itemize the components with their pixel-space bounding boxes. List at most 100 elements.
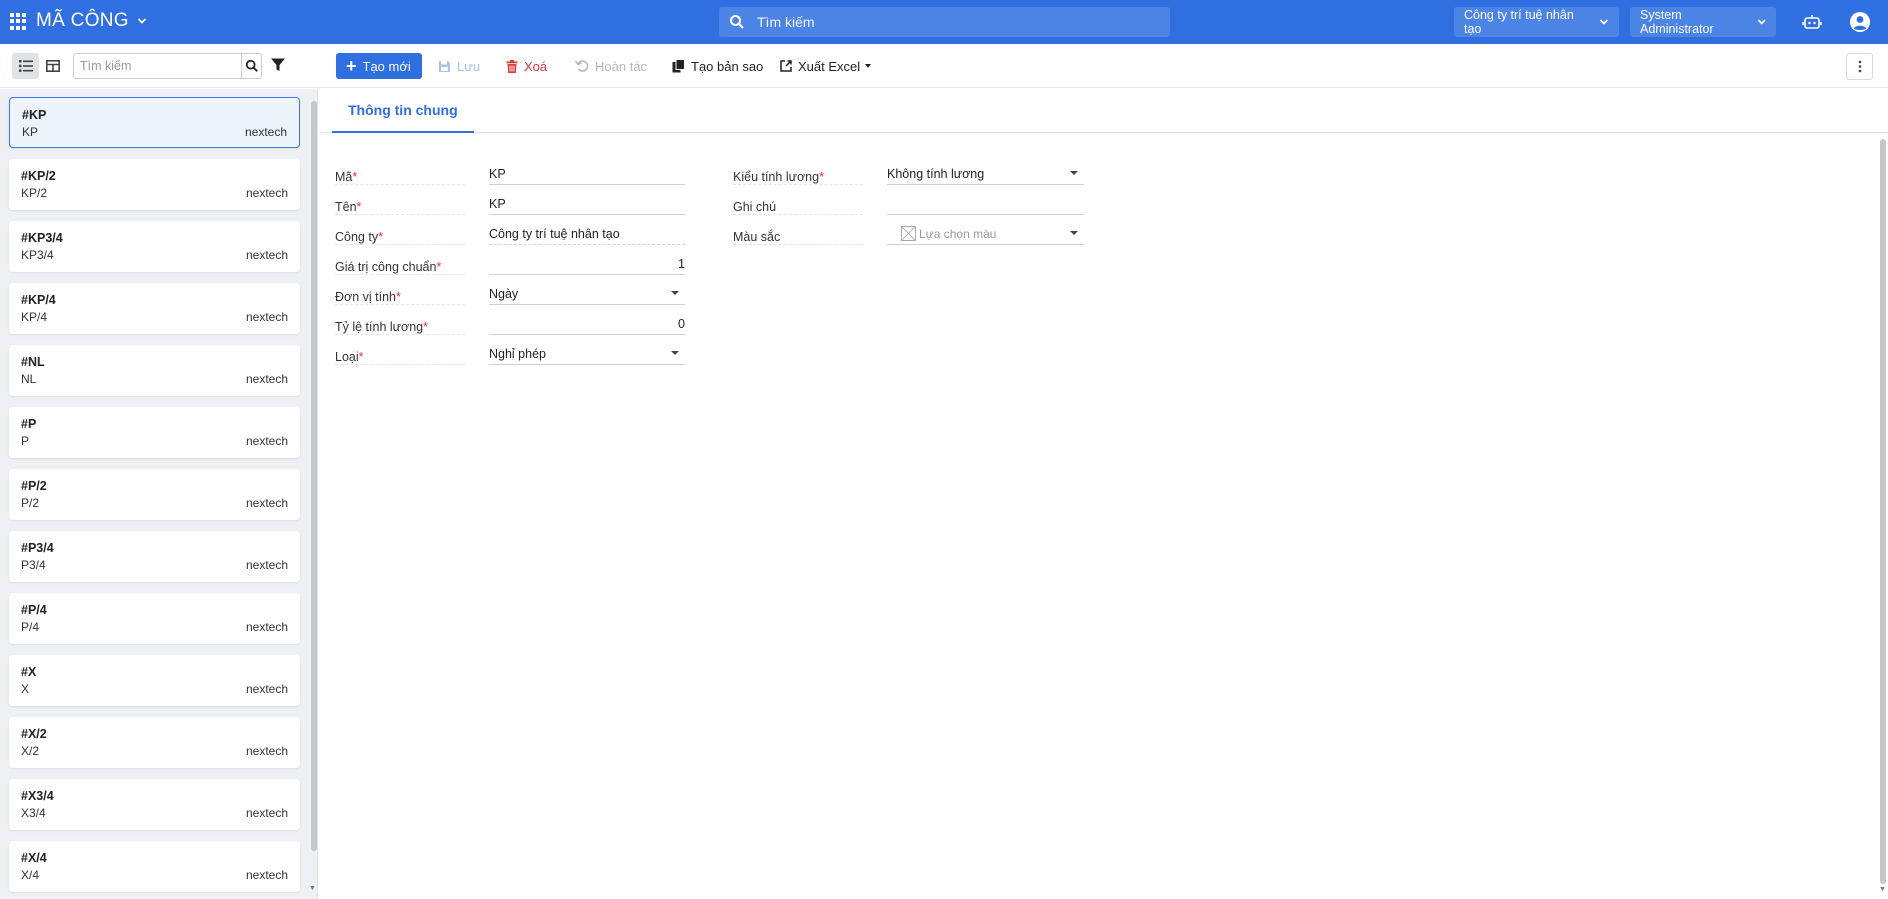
list-item-code: #NL [21, 355, 45, 369]
color-picker[interactable]: Lựa chọn màu [887, 223, 1084, 245]
list-view-button[interactable] [12, 53, 39, 79]
save-label: Lưu [457, 58, 481, 74]
undo-button[interactable]: Hoàn tác [575, 53, 647, 79]
list-item-name: P/4 [21, 620, 40, 634]
list-item[interactable]: #P3/4 P3/4 nextech [9, 531, 300, 582]
save-button[interactable]: Lưu [438, 53, 480, 79]
list-item[interactable]: #P/2 P/2 nextech [9, 469, 300, 520]
global-search-placeholder: Tìm kiếm [757, 14, 815, 30]
app-title-text: MÃ CÔNG [36, 10, 129, 31]
standard-value-field[interactable]: 1 [489, 253, 685, 275]
duplicate-label: Tạo bản sao [691, 58, 764, 74]
required-mark: * [436, 260, 442, 274]
global-search-input[interactable]: Tìm kiếm [719, 7, 1170, 37]
delete-label: Xoá [524, 58, 548, 74]
undo-label: Hoàn tác [595, 58, 648, 74]
label-text: Giá trị công chuẩn [335, 260, 437, 274]
list-search-input[interactable] [74, 55, 241, 77]
list-item-tenant: nextech [245, 682, 288, 696]
list-item-code: #KP/2 [21, 169, 56, 183]
list-item-name: X3/4 [21, 806, 46, 820]
table-view-button[interactable] [39, 53, 66, 79]
list-item-name: X [21, 682, 30, 696]
export-excel-button[interactable]: Xuất Excel [780, 53, 872, 79]
app-title[interactable]: MÃ CÔNG [36, 10, 147, 32]
list-search-button[interactable] [241, 54, 261, 78]
more-options-button[interactable] [1846, 53, 1873, 80]
required-mark: * [352, 170, 358, 184]
field-label-gia-tri: Giá trị công chuẩn* [335, 260, 441, 274]
company-select-value: Công ty trí tuệ nhân tạo [1464, 8, 1574, 36]
company-select[interactable]: Công ty trí tuệ nhân tạo [1454, 7, 1619, 37]
table-icon [45, 60, 60, 72]
field-label-loai: Loại* [335, 350, 364, 364]
form-tabs: Thông tin chung [320, 89, 1888, 133]
label-text: Mã [335, 170, 353, 184]
list-item[interactable]: #KP/4 KP/4 nextech [9, 283, 300, 334]
scroll-down-arrow-icon[interactable]: ▼ [1879, 886, 1886, 893]
kebab-menu-icon [1858, 60, 1861, 73]
code-field-value: KP [489, 166, 506, 181]
create-new-label: Tạo mới [362, 58, 411, 74]
list-item[interactable]: #X/2 X/2 nextech [9, 717, 300, 768]
caret-down-icon [671, 351, 679, 355]
list-item[interactable]: #P/4 P/4 nextech [9, 593, 300, 644]
salary-type-select[interactable]: Không tính lương [887, 163, 1084, 185]
list-item-tenant: nextech [244, 125, 287, 139]
company-field[interactable]: Công ty trí tuệ nhân tạo [489, 223, 685, 245]
salary-rate-field[interactable]: 0 [489, 313, 685, 335]
list-item-tenant: nextech [245, 620, 288, 634]
user-avatar-icon[interactable] [1849, 11, 1871, 33]
list-item-tenant: nextech [245, 744, 288, 758]
user-select[interactable]: System Administrator [1630, 7, 1776, 37]
list-item-name: X/2 [21, 744, 40, 758]
list-item[interactable]: #X X nextech [9, 655, 300, 706]
unit-select-value: Ngày [489, 286, 519, 301]
app-menu-icon[interactable] [10, 13, 27, 30]
required-mark: * [423, 320, 429, 334]
list-item-code: #KP [22, 108, 47, 122]
search-icon [245, 59, 258, 72]
trash-icon [506, 59, 518, 73]
required-mark: * [378, 230, 383, 244]
plus-icon: + [346, 56, 357, 76]
note-field[interactable] [887, 193, 1084, 215]
label-text: Ghi chú [733, 200, 777, 214]
field-label-cong-ty: Công ty* [335, 230, 383, 244]
tab-general-info[interactable]: Thông tin chung [332, 89, 474, 133]
label-text: Kiểu tính lương [733, 170, 820, 184]
field-label-kieu: Kiểu tính lương* [733, 170, 824, 184]
label-text: Đơn vị tính [335, 290, 396, 304]
list-item[interactable]: #X3/4 X3/4 nextech [9, 779, 300, 830]
list-item[interactable]: #KP3/4 KP3/4 nextech [9, 221, 300, 272]
list-item[interactable]: #P P nextech [9, 407, 300, 458]
field-label-mau-sac: Màu sắc [733, 230, 780, 244]
chevron-down-icon [1599, 19, 1609, 25]
list-item-code: #P/4 [21, 603, 47, 617]
list-item[interactable]: #NL NL nextech [9, 345, 300, 396]
create-new-button[interactable]: + Tạo mới [336, 53, 422, 79]
export-icon [780, 60, 792, 72]
scroll-down-arrow-icon[interactable]: ▼ [309, 885, 316, 892]
list-item[interactable]: #KP KP nextech [9, 97, 300, 148]
list-item[interactable]: #KP/2 KP/2 nextech [9, 159, 300, 210]
divider [335, 334, 465, 335]
robot-icon[interactable] [1802, 12, 1822, 32]
filter-icon[interactable] [270, 57, 286, 73]
company-field-value: Công ty trí tuệ nhân tạo [489, 226, 620, 241]
unit-select[interactable]: Ngày [489, 283, 685, 305]
list-item-tenant: nextech [245, 186, 288, 200]
save-icon [439, 60, 450, 72]
list-scrollbar[interactable] [311, 101, 317, 851]
list-item-name: KP3/4 [21, 248, 54, 262]
list-item-code: #P/2 [21, 479, 47, 493]
divider [335, 244, 465, 245]
list-item[interactable]: #X/4 X/4 nextech [9, 841, 300, 892]
form-scrollbar[interactable] [1880, 139, 1886, 884]
code-field[interactable]: KP [489, 163, 685, 185]
list-item-tenant: nextech [245, 310, 288, 324]
type-select[interactable]: Nghỉ phép [489, 343, 685, 365]
duplicate-button[interactable]: Tạo bản sao [672, 53, 763, 79]
delete-button[interactable]: Xoá [506, 53, 547, 79]
name-field[interactable]: KP [489, 193, 685, 215]
